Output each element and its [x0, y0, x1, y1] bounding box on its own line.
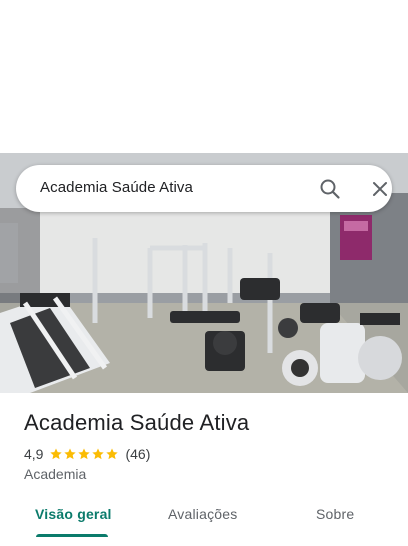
star-rating	[49, 447, 119, 461]
tab-overview[interactable]: Visão geral	[35, 506, 112, 522]
star-icon	[106, 448, 119, 460]
star-icon	[64, 448, 77, 460]
place-tabs: Visão geral Avaliações Sobre	[0, 496, 408, 537]
search-icon[interactable]	[318, 177, 342, 201]
rating-row[interactable]: 4,9 (46)	[24, 445, 150, 463]
star-icon	[92, 448, 105, 460]
active-tab-indicator	[36, 534, 108, 537]
star-icon	[78, 448, 91, 460]
place-title: Academia Saúde Ativa	[24, 410, 250, 435]
tab-reviews[interactable]: Avaliações	[168, 506, 237, 522]
close-icon[interactable]	[368, 177, 392, 201]
review-count[interactable]: (46)	[125, 446, 150, 462]
rating-value: 4,9	[24, 446, 44, 462]
search-bar[interactable]: Academia Saúde Ativa	[16, 165, 392, 212]
tab-about[interactable]: Sobre	[316, 506, 354, 522]
search-query-text[interactable]: Academia Saúde Ativa	[40, 179, 193, 196]
place-category: Academia	[24, 466, 87, 482]
star-icon	[50, 448, 63, 460]
